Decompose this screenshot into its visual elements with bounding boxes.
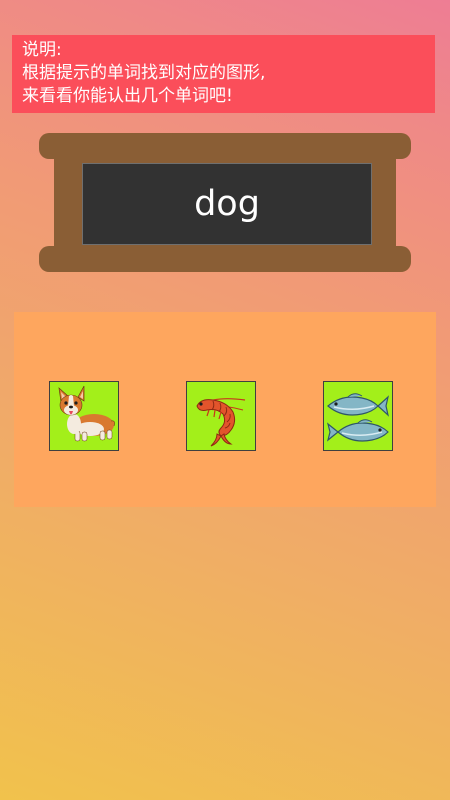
- word-board: dog: [39, 133, 411, 274]
- instructions-line-1: 根据提示的单词找到对应的图形,: [22, 63, 266, 83]
- word-display: dog: [82, 163, 372, 245]
- board-bottom-rail: [39, 246, 411, 272]
- target-word: dog: [194, 184, 260, 224]
- choices-area: [14, 312, 436, 507]
- shrimp-icon: [196, 398, 246, 447]
- choice-card-dog[interactable]: [49, 381, 119, 451]
- instructions-line-2: 来看看你能认出几个单词吧!: [22, 86, 233, 106]
- choice-card-shrimp[interactable]: [186, 381, 256, 451]
- board-left-post: [54, 147, 72, 260]
- corgi-dog-icon: [58, 385, 115, 442]
- instructions-title: 说明:: [22, 40, 62, 60]
- choice-card-fish[interactable]: [323, 381, 393, 451]
- board-right-post: [378, 147, 396, 260]
- instructions-panel: 说明: 根据提示的单词找到对应的图形, 来看看你能认出几个单词吧!: [12, 35, 435, 113]
- fish-icon: [326, 393, 389, 442]
